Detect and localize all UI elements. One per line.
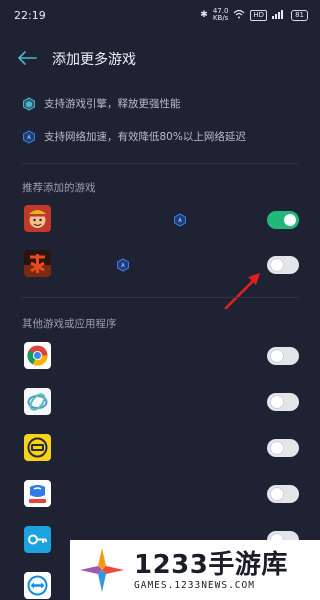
battery-indicator: 81	[291, 9, 308, 21]
network-speed: 47.0 KB/s	[212, 7, 229, 22]
list-item	[0, 382, 320, 422]
red-arrow-annotation	[222, 268, 266, 312]
gif-app-icon[interactable]	[24, 434, 51, 461]
list-item	[0, 245, 320, 285]
toggle-knob	[271, 442, 283, 454]
signal-icon	[272, 9, 286, 22]
header: 添加更多游戏	[0, 44, 320, 72]
toggle-gif-app[interactable]	[267, 439, 299, 457]
key-app-icon[interactable]	[24, 526, 51, 553]
back-arrow-icon[interactable]	[16, 50, 38, 66]
list-item	[0, 474, 320, 514]
toggle-knob	[271, 259, 283, 271]
boost-icon	[22, 129, 36, 144]
boost-icon	[116, 257, 130, 272]
wifi-icon	[233, 9, 245, 22]
feature-engine: 支持游戏引擎，释放更强性能	[22, 96, 181, 111]
divider	[22, 297, 298, 298]
watermark-title: 1233手游库	[134, 549, 288, 580]
toggle-wuxia-game[interactable]	[267, 256, 299, 274]
watermark-text: 1233手游库 GAMES.1233NEWS.COM	[134, 550, 288, 591]
toggle-knob	[271, 350, 283, 362]
feature-engine-text: 支持游戏引擎，释放更强性能	[44, 98, 181, 110]
list-item	[0, 428, 320, 468]
toggle-cloud-app[interactable]	[267, 393, 299, 411]
recommended-section-label: 推荐添加的游戏	[22, 182, 96, 194]
status-bar: 22:19 ✱ 47.0 KB/s HD 81	[0, 0, 320, 30]
others-section-label: 其他游戏或应用程序	[22, 318, 117, 330]
teamviewer-icon[interactable]	[24, 572, 51, 599]
divider	[22, 163, 298, 164]
bluetooth-icon: ✱	[200, 10, 208, 20]
watermark-banner: 1233手游库 GAMES.1233NEWS.COM	[70, 540, 320, 600]
toggle-onepiece-game[interactable]	[267, 211, 299, 229]
toggle-knob	[271, 396, 283, 408]
toggle-knob	[284, 214, 296, 226]
qq-mail-icon[interactable]	[24, 480, 51, 507]
toggle-chrome[interactable]	[267, 347, 299, 365]
chrome-icon[interactable]	[24, 342, 51, 369]
watermark-url: GAMES.1233NEWS.COM	[134, 579, 255, 591]
list-item	[0, 198, 320, 238]
watermark-logo-icon	[76, 544, 128, 596]
list-item	[0, 336, 320, 376]
feature-network-text: 支持网络加速，有效降低80%以上网络延迟	[44, 131, 246, 143]
cloud-app-icon[interactable]	[24, 388, 51, 415]
wuxia-game-icon[interactable]	[24, 250, 51, 277]
cube-icon	[22, 96, 36, 111]
toggle-knob	[271, 488, 283, 500]
page-title: 添加更多游戏	[52, 52, 136, 68]
onepiece-game-icon[interactable]	[24, 205, 51, 232]
boost-icon	[173, 212, 187, 227]
clock: 22:19	[14, 8, 46, 22]
feature-network: 支持网络加速，有效降低80%以上网络延迟	[22, 129, 246, 144]
toggle-qq-mail[interactable]	[267, 485, 299, 503]
status-icons: ✱ 47.0 KB/s HD 81	[200, 8, 308, 22]
hd-badge: HD	[250, 9, 268, 21]
